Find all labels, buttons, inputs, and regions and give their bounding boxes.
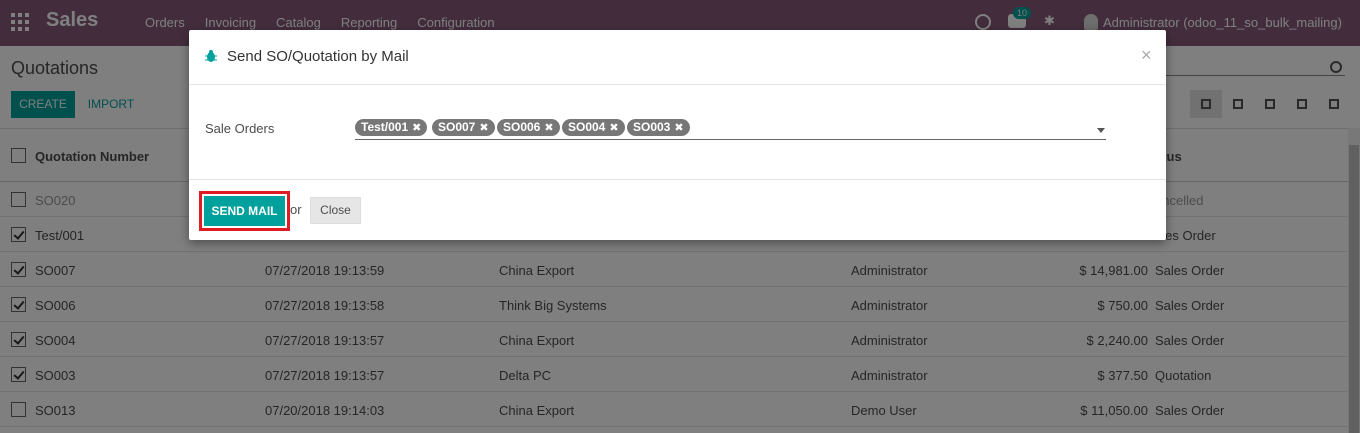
remove-tag-icon[interactable]: ✖ — [412, 122, 421, 134]
tag-so003: SO003 ✖ — [627, 119, 690, 136]
tag-label: SO006 — [503, 120, 541, 134]
sale-orders-label: Sale Orders — [205, 121, 275, 136]
tag-label: SO004 — [568, 120, 606, 134]
remove-tag-icon[interactable]: ✖ — [544, 122, 553, 134]
remove-tag-icon[interactable]: ✖ — [609, 122, 618, 134]
remove-tag-icon[interactable]: ✖ — [479, 122, 488, 134]
or-text: or — [290, 202, 302, 217]
tag-label: SO003 — [633, 120, 671, 134]
tag-label: SO007 — [438, 120, 476, 134]
dialog-footer: SEND MAIL or Close — [189, 179, 1166, 240]
send-mail-dialog: Send SO/Quotation by Mail × Sale Orders … — [189, 30, 1166, 240]
dialog-title: Send SO/Quotation by Mail — [227, 48, 409, 65]
bug-icon — [205, 50, 217, 62]
chevron-down-icon[interactable] — [1097, 128, 1105, 133]
sale-orders-field[interactable]: Test/001 ✖ SO007 ✖ SO006 ✖ SO004 ✖ SO003 ✖ — [355, 119, 1106, 140]
tag-so006: SO006 ✖ — [497, 119, 560, 136]
tag-so007: SO007 ✖ — [432, 119, 495, 136]
tag-label: Test/001 — [361, 120, 409, 134]
tag-so004: SO004 ✖ — [562, 119, 625, 136]
tag-test-001: Test/001 ✖ — [355, 119, 428, 136]
close-icon[interactable]: × — [1141, 45, 1152, 66]
remove-tag-icon[interactable]: ✖ — [674, 122, 683, 134]
dialog-header: Send SO/Quotation by Mail × — [189, 30, 1166, 85]
send-mail-button[interactable]: SEND MAIL — [204, 196, 285, 226]
close-button[interactable]: Close — [310, 197, 361, 224]
